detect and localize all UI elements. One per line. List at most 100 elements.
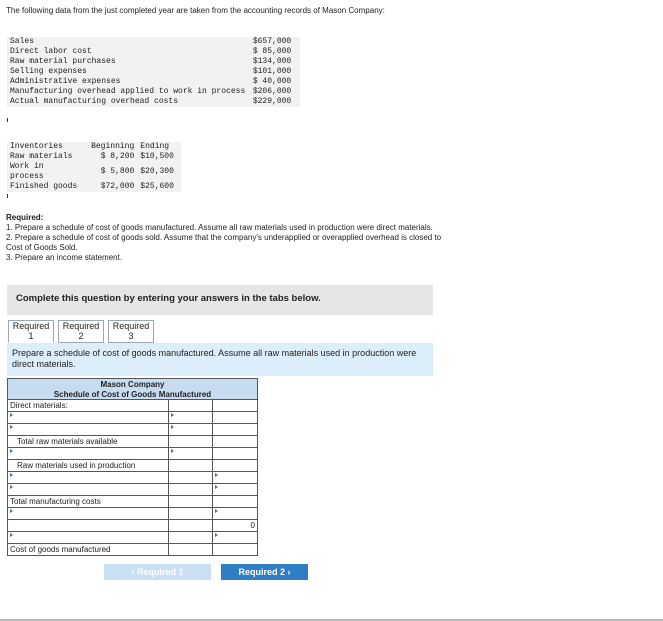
- amount-input[interactable]: [167, 423, 214, 436]
- inventory-beginning: $ 8,200: [100, 152, 135, 161]
- inventory-row-raw: Raw materials $ 8,200 $10,500: [7, 152, 181, 162]
- tab-label: Required: [62, 321, 100, 331]
- data-label: Raw material purchases: [10, 57, 116, 66]
- amount-input[interactable]: [167, 399, 214, 412]
- tab-number: 1: [28, 331, 34, 341]
- cogm-schedule: Mason Company Schedule of Cost of Goods …: [7, 378, 258, 556]
- dropdown-arrow-icon: [215, 473, 219, 477]
- amount-input[interactable]: [212, 411, 258, 424]
- amount-input[interactable]: [212, 423, 258, 436]
- dropdown-arrow-icon: [10, 533, 13, 537]
- amount-input[interactable]: [167, 531, 214, 544]
- given-data-table: Sales $657,000 Direct labor cost $ 85,00…: [7, 37, 300, 107]
- data-value: $101,000: [252, 67, 292, 76]
- data-row-overhead-actual: Actual manufacturing overhead costs $229…: [7, 97, 300, 107]
- prev-label: Required 1: [137, 567, 184, 577]
- dropdown-arrow-icon: [170, 449, 174, 453]
- data-row-selling: Selling expenses $101,000: [7, 67, 300, 77]
- tab-label: Required: [12, 321, 50, 331]
- amount-input[interactable]: [167, 435, 214, 448]
- amount-input[interactable]: [167, 459, 214, 472]
- inventories-table: Inventories Beginning Ending Raw materia…: [7, 142, 181, 192]
- required-section: Required: 1. Prepare a schedule of cost …: [6, 213, 456, 263]
- amount-input[interactable]: [212, 471, 258, 484]
- tab-number: 3: [128, 331, 134, 341]
- row-label-cogm: Cost of goods manufactured: [7, 543, 169, 556]
- amount-input[interactable]: [167, 411, 214, 424]
- data-label: Manufacturing overhead applied to work i…: [10, 87, 246, 96]
- intro-text: The following data from the just complet…: [6, 6, 385, 15]
- table-row: [7, 483, 258, 496]
- table-row: Direct materials:: [7, 399, 258, 412]
- required-item-3: 3. Prepare an income statement.: [6, 253, 123, 262]
- row-label-total-raw: Total raw materials available: [7, 435, 169, 448]
- amount-input[interactable]: [212, 543, 258, 556]
- amount-input[interactable]: [167, 495, 214, 508]
- required-item-1: 1. Prepare a schedule of cost of goods m…: [6, 223, 433, 232]
- amount-input[interactable]: [212, 399, 258, 412]
- table-row: Total manufacturing costs: [7, 495, 258, 508]
- amount-input[interactable]: [212, 531, 258, 544]
- data-row-admin: Administrative expenses $ 40,000: [7, 77, 300, 87]
- data-row-raw-purchases: Raw material purchases $134,000: [7, 57, 300, 67]
- label-input[interactable]: [7, 483, 169, 496]
- amount-input[interactable]: [212, 435, 258, 448]
- amount-input[interactable]: [212, 495, 258, 508]
- schedule-header-title: Schedule of Cost of Goods Manufactured: [7, 389, 258, 400]
- amount-input[interactable]: [167, 543, 214, 556]
- label-input[interactable]: [7, 447, 169, 460]
- table-row: [7, 447, 258, 460]
- inventory-ending: $20,300: [140, 167, 174, 176]
- amount-input[interactable]: [212, 483, 258, 496]
- dropdown-arrow-icon: [10, 449, 13, 453]
- data-value: $229,000: [252, 97, 292, 106]
- data-row-direct-labor: Direct labor cost $ 85,000: [7, 47, 300, 57]
- amount-input[interactable]: [167, 447, 214, 460]
- data-row-overhead-applied: Manufacturing overhead applied to work i…: [7, 87, 300, 97]
- amount-input[interactable]: [167, 483, 214, 496]
- data-label: Administrative expenses: [10, 77, 121, 86]
- next-button[interactable]: Required 2 ›: [221, 564, 308, 580]
- amount-input[interactable]: [212, 459, 258, 472]
- amount-input[interactable]: [167, 471, 214, 484]
- instruction-text: Prepare a schedule of cost of goods manu…: [12, 348, 417, 369]
- tab-label: Required: [112, 321, 150, 331]
- amount-input[interactable]: [212, 507, 258, 520]
- data-label: Direct labor cost: [10, 47, 92, 56]
- label-input[interactable]: [7, 411, 169, 424]
- ending-header: Ending: [140, 142, 170, 151]
- data-row-sales: Sales $657,000: [7, 37, 300, 47]
- inventory-beginning: $72,000: [100, 182, 135, 191]
- dropdown-arrow-icon: [10, 413, 13, 417]
- dropdown-arrow-icon: [215, 485, 219, 489]
- amount-input[interactable]: [212, 447, 258, 460]
- required-heading: Required:: [6, 213, 44, 222]
- data-label: Actual manufacturing overhead costs: [10, 97, 179, 106]
- data-value: $ 85,000: [252, 47, 292, 56]
- data-label: Selling expenses: [10, 67, 87, 76]
- schedule-header-company: Mason Company: [7, 378, 258, 389]
- tab-required-2[interactable]: Required 2: [58, 320, 104, 343]
- data-value: $ 40,000: [252, 77, 292, 86]
- dropdown-arrow-icon: [10, 485, 13, 489]
- data-label: Sales: [10, 37, 35, 46]
- row-label-direct-materials: Direct materials:: [7, 399, 169, 412]
- schedule-title: Schedule of Cost of Goods Manufactured: [7, 389, 258, 400]
- label-input[interactable]: [7, 507, 169, 520]
- inventory-ending: $10,500: [140, 152, 174, 161]
- dropdown-arrow-icon: [10, 509, 13, 513]
- tab-required-1[interactable]: Required 1: [8, 320, 54, 343]
- prev-button[interactable]: ‹ Required 1: [104, 564, 211, 580]
- table-row: [7, 471, 258, 484]
- answer-banner: Complete this question by entering your …: [7, 285, 433, 315]
- label-input[interactable]: [7, 531, 169, 544]
- tab-required-3[interactable]: Required 3: [108, 320, 154, 343]
- inventory-label: Work in process: [10, 162, 44, 181]
- amount-input[interactable]: [167, 507, 214, 520]
- label-input[interactable]: [7, 423, 169, 436]
- table-row: [7, 411, 258, 424]
- inventory-label: Finished goods: [10, 182, 78, 191]
- divider-tick: [7, 194, 8, 198]
- label-input[interactable]: [7, 471, 169, 484]
- tab-number: 2: [78, 331, 84, 341]
